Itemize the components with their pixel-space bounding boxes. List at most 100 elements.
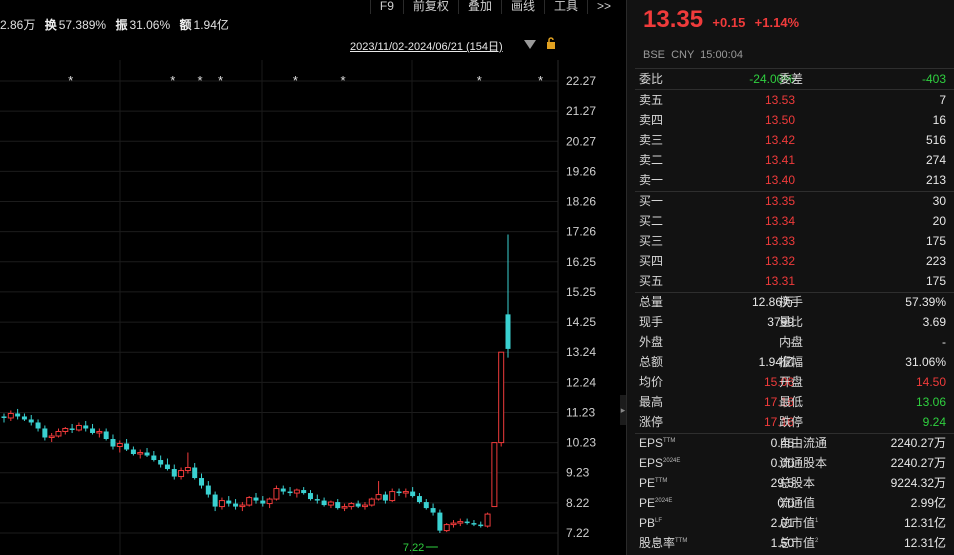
candlestick-chart[interactable]: 22.27 21.27 20.27 19.26 18.26 17.26 16.25 15.25…: [0, 60, 620, 555]
candle-body: [396, 491, 402, 494]
fundamental-label: PBLF: [639, 516, 663, 530]
fundamental-row: EPSTTM 0.45 自由流通 2240.27万: [639, 433, 946, 453]
stat-label: 涨停: [639, 415, 664, 429]
label-superscript: TTM: [655, 478, 668, 484]
candle-body: [48, 435, 55, 438]
f9-button[interactable]: F9: [369, 0, 403, 14]
ask-row[interactable]: 卖五 13.53 7: [639, 90, 946, 110]
candle-body: [192, 467, 198, 479]
ask-volume: 213: [925, 173, 946, 187]
candle-body: [103, 431, 109, 439]
y-axis-tick-label: 9.23: [566, 466, 590, 480]
candle-body: [1, 416, 7, 418]
candle-body: [253, 497, 259, 501]
ask-row[interactable]: 卖四 13.50 16: [639, 110, 946, 130]
bid-volume: 20: [932, 214, 946, 228]
ask-price: 13.53: [765, 93, 796, 107]
candle-body: [416, 496, 422, 503]
ask-price: 13.50: [765, 113, 796, 127]
bid-volume: 223: [925, 254, 946, 268]
candle-body: [301, 490, 307, 494]
candle-body: [430, 508, 436, 513]
candle-body: [260, 500, 266, 504]
bid-row[interactable]: 买二 13.34 20: [639, 211, 946, 231]
bid-volume: 30: [932, 194, 946, 208]
stat-label: 现手: [639, 315, 664, 329]
bid-volume: 175: [925, 234, 946, 248]
candle-body: [62, 427, 69, 432]
fundamental-row: PE2024E 0.0 流通值 2.99亿: [639, 493, 946, 513]
overlay-button[interactable]: 叠加: [457, 0, 501, 14]
candle-body: [75, 424, 82, 431]
ask-price: 13.41: [765, 153, 796, 167]
more-button[interactable]: >>: [586, 0, 620, 14]
label-superscript: TTM: [663, 438, 676, 444]
date-range-selector[interactable]: 2023/11/02-2024/06/21 (154日): [350, 38, 503, 54]
ratio-label: 委比: [639, 72, 664, 86]
candle-body: [437, 512, 443, 531]
ask-label: 卖三: [639, 133, 664, 147]
candle-body: [307, 493, 313, 500]
candle-body: [15, 413, 21, 417]
y-axis-tick-label: 8.22: [566, 496, 590, 510]
bid-row[interactable]: 买五 13.31 175: [639, 271, 946, 291]
candle-body: [7, 412, 14, 419]
candle-body: [478, 524, 484, 527]
candle-body: [130, 449, 136, 455]
kline-chart-pane: F9 前复权 叠加 画线 工具 >> 2.86万 换 57.389% 振 31.06…: [0, 0, 620, 555]
candle-body: [164, 464, 170, 470]
bid-row[interactable]: 买三 13.33 175: [639, 231, 946, 251]
bid-row[interactable]: 买一 13.35 30: [639, 191, 946, 211]
candle-body: [484, 513, 491, 527]
fundamental-value: 12.31亿: [903, 536, 946, 550]
event-star-marker: *: [68, 73, 73, 88]
event-star-marker: *: [198, 73, 203, 88]
range-dropdown-icon[interactable]: [524, 40, 536, 49]
candle-body: [361, 504, 368, 508]
candle-body: [178, 470, 185, 478]
fundamental-row: EPS2024E 0.00 流通股本 2240.27万: [639, 453, 946, 473]
candle-body: [410, 491, 416, 497]
tools-button[interactable]: 工具: [543, 0, 587, 14]
price-change: +0.15: [712, 15, 746, 30]
candle-body: [450, 522, 457, 526]
order-ratio-row: 委比 -24.00% 委差 -403: [639, 69, 946, 89]
bid-row[interactable]: 买四 13.32 223: [639, 251, 946, 271]
restore-rights-button[interactable]: 前复权: [402, 0, 458, 14]
stat-row: 现手 3799 量比 3.69: [639, 312, 946, 332]
candle-body: [273, 488, 280, 500]
summary-turnover: 57.389%: [58, 18, 107, 32]
label-superscript: 2024E: [655, 498, 673, 504]
candle-body: [21, 416, 27, 420]
candle-body: [423, 502, 429, 509]
fundamental-value: 2240.27万: [890, 436, 946, 450]
ask-row[interactable]: 卖一 13.40 213: [639, 170, 946, 190]
stat-row: 总量 12.86万 换手 57.39%: [639, 292, 946, 312]
ask-volume: 274: [925, 153, 946, 167]
candle-body: [457, 521, 464, 524]
draw-line-button[interactable]: 画线: [500, 0, 544, 14]
candle-body: [293, 489, 300, 494]
y-axis-tick-label: 14.25: [566, 315, 596, 329]
stat-label: 均价: [639, 375, 664, 389]
stat-value: 3.69: [922, 315, 946, 329]
stat-value: 13.06: [915, 395, 946, 409]
candle-body: [287, 491, 293, 494]
stat-label: 换手: [779, 295, 804, 309]
candle-body: [116, 443, 123, 448]
candle-body: [505, 314, 511, 349]
stat-value: 57.39%: [905, 295, 946, 309]
bid-label: 买二: [639, 214, 664, 228]
candle-body: [246, 497, 253, 506]
ask-row[interactable]: 卖二 13.41 274: [639, 150, 946, 170]
label-superscript: LF: [655, 518, 663, 524]
last-price: 13.35: [643, 6, 704, 33]
y-axis-tick-label: 7.22: [566, 526, 590, 540]
ask-row[interactable]: 卖三 13.42 516: [639, 130, 946, 150]
turnover-label: 换: [44, 18, 57, 32]
stat-label: 最高: [639, 395, 664, 409]
y-axis-tick-label: 19.26: [566, 164, 596, 178]
amplitude-label: 振: [115, 18, 128, 32]
candle-body: [35, 422, 41, 429]
lock-icon[interactable]: [545, 37, 557, 49]
